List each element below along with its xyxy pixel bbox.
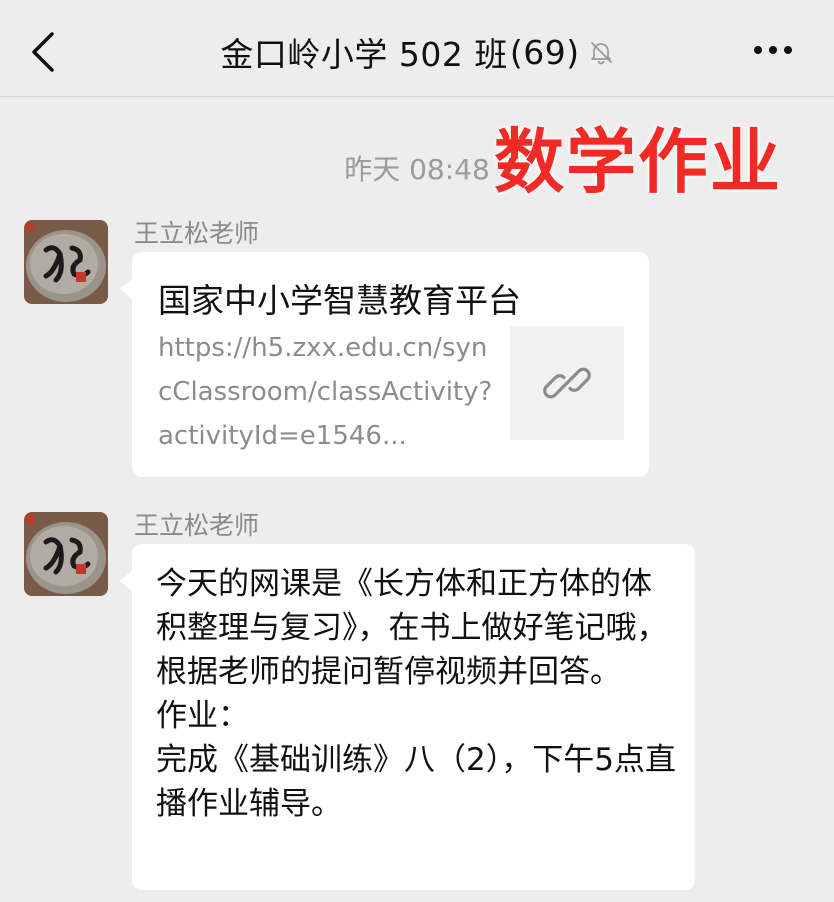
link-thumbnail [510,326,624,440]
sender-name: 王立松老师 [134,219,260,248]
chat-header: 金口岭小学 502 班 (69) [0,0,834,97]
link-icon [543,367,591,399]
member-count: (69) [509,32,580,72]
chat-title: 金口岭小学 502 班 (69) [0,28,834,76]
link-url: https://h5.zxx.edu.cn/syncClassroom/clas… [158,333,493,451]
avatar[interactable] [24,512,108,596]
avatar-image [24,512,108,596]
avatar[interactable] [24,220,108,304]
message-text: 今天的网课是《长方体和正方体的体积整理与复习》，在书上做好笔记哦，根据老师的提问… [156,566,676,822]
text-message-bubble[interactable]: 今天的网课是《长方体和正方体的体积整理与复习》，在书上做好笔记哦，根据老师的提问… [120,544,695,890]
ellipsis-icon[interactable] [752,40,794,60]
avatar-image [24,220,108,304]
sender-name: 王立松老师 [134,511,260,540]
link-title: 国家中小学智慧教育平台 [158,281,521,320]
link-card-bubble[interactable]: 国家中小学智慧教育平台 https://h5.zxx.edu.cn/syncCl… [120,252,649,477]
group-name: 金口岭小学 502 班 [220,35,508,74]
bell-slash-icon [590,42,612,65]
overlay-caption: 数学作业 [494,121,782,203]
